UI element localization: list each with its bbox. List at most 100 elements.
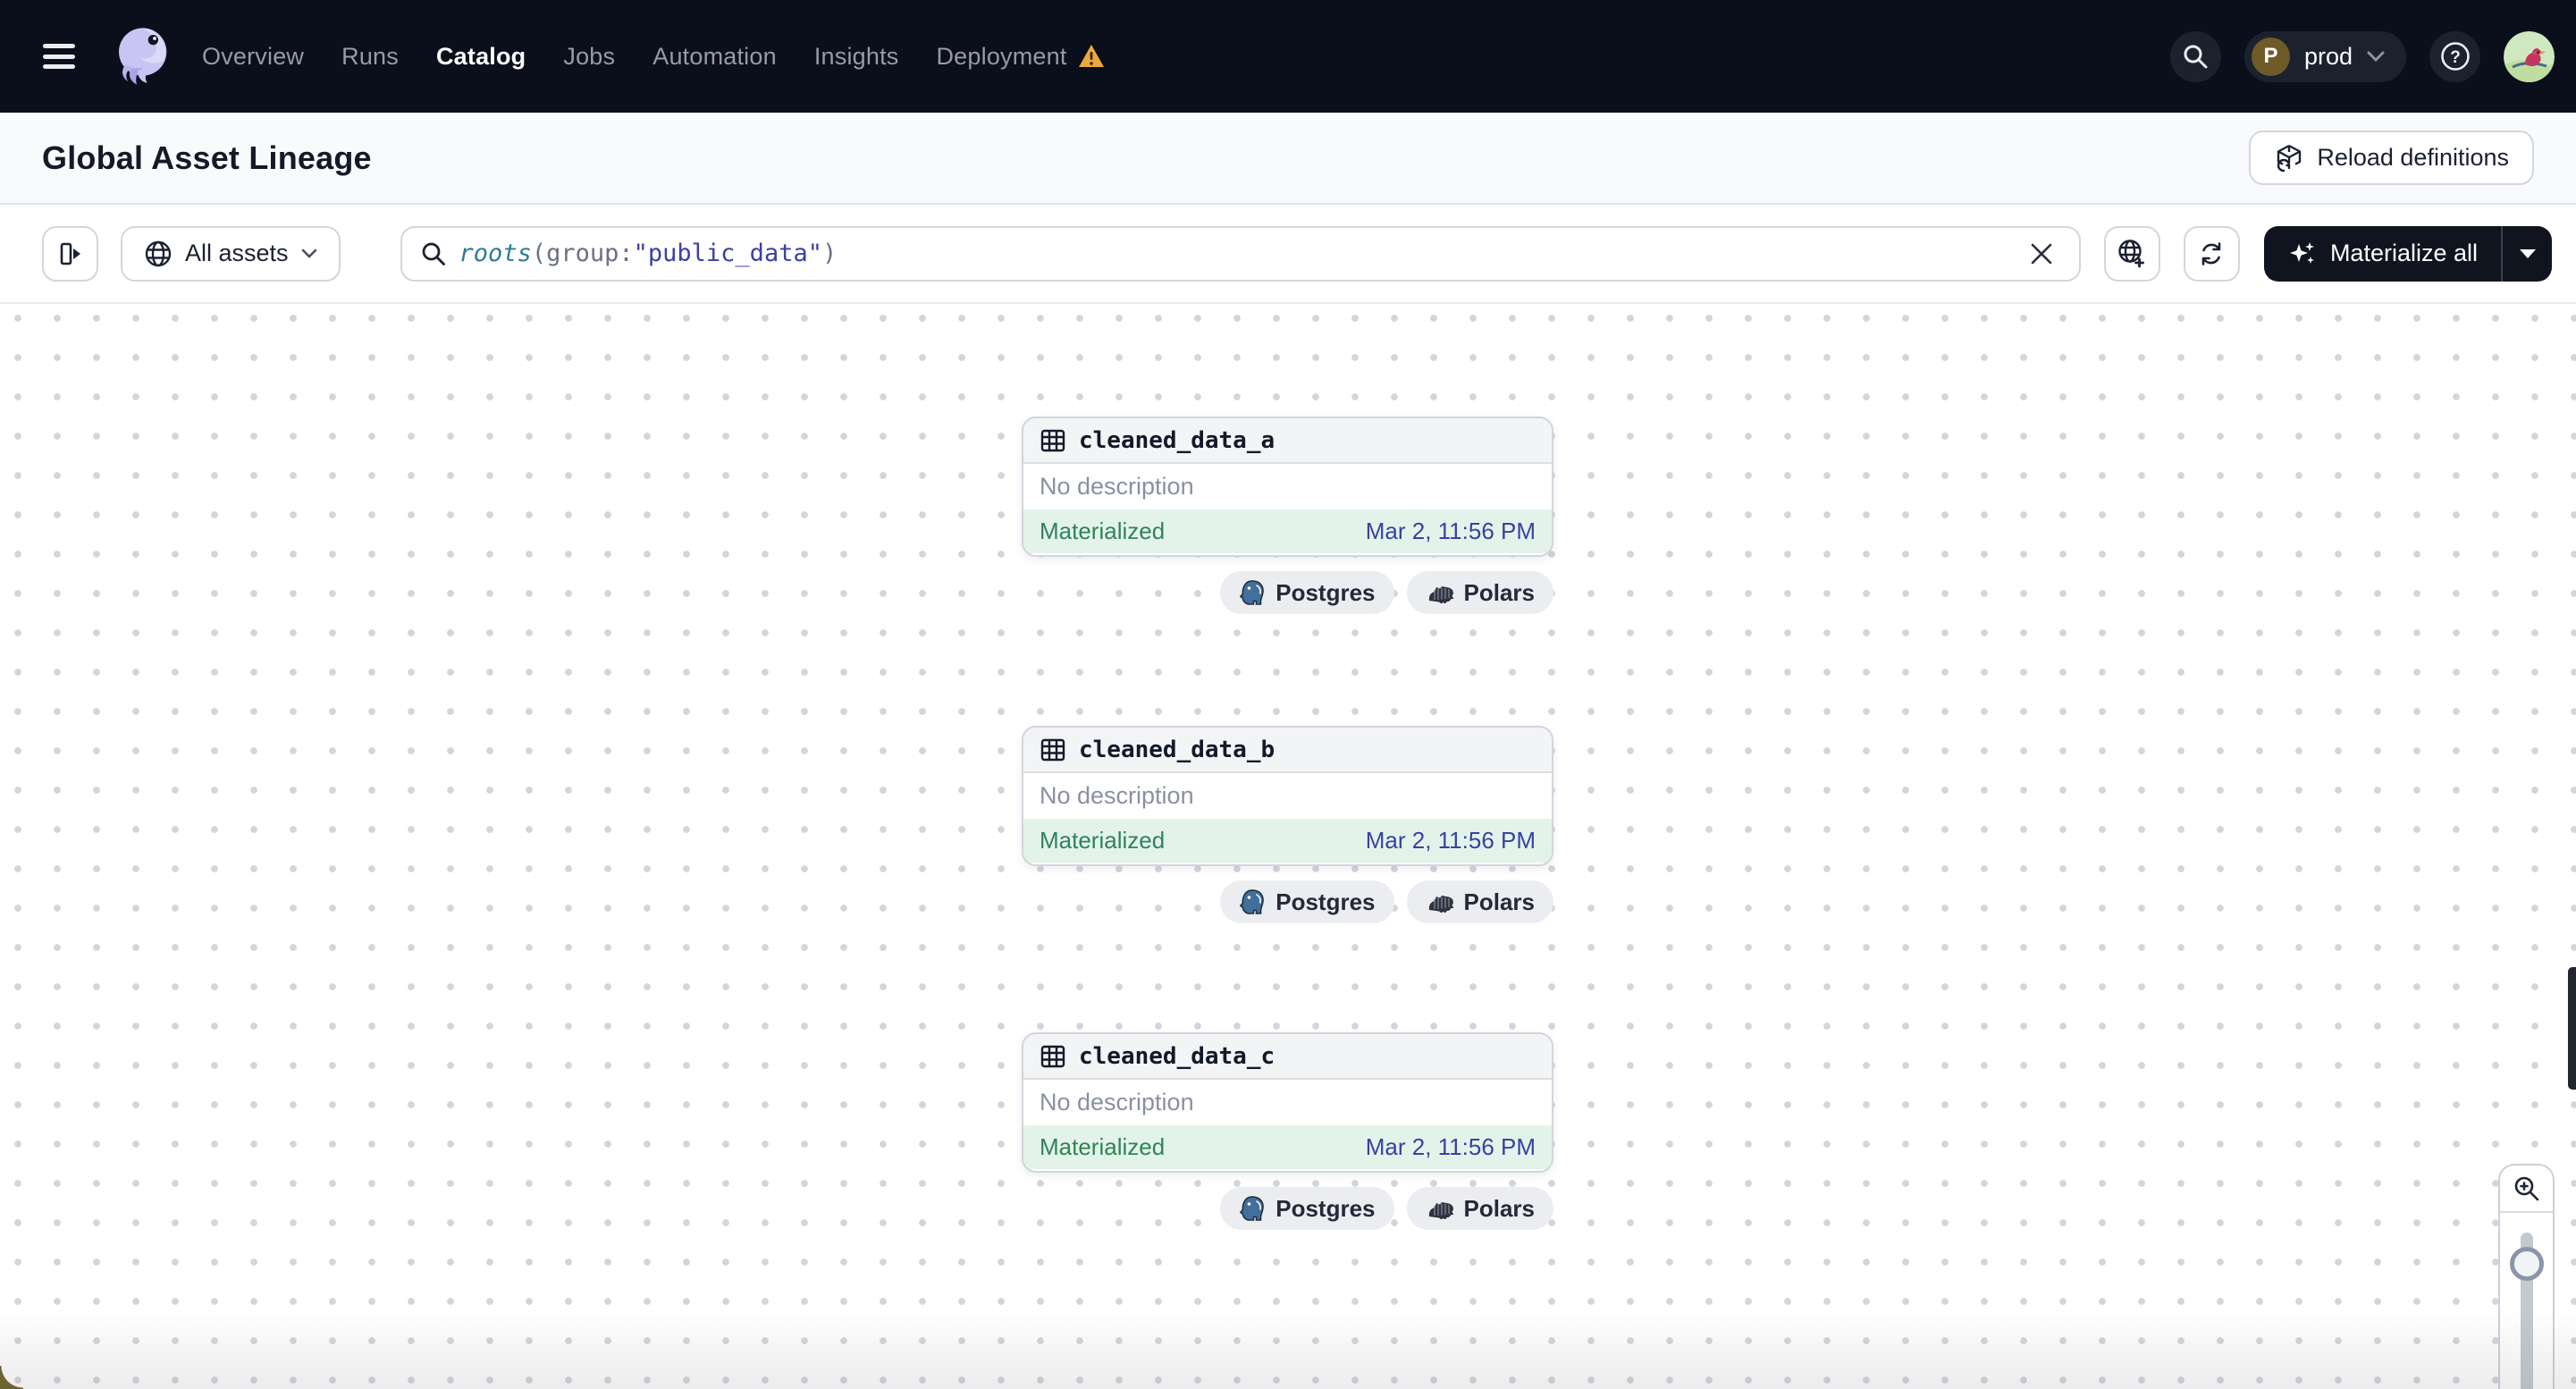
zoom-in-icon xyxy=(2514,1176,2538,1200)
search-icon xyxy=(422,242,445,265)
asset-tag-row: Postgres Polars xyxy=(1022,1187,1553,1230)
zoom-slider[interactable] xyxy=(2500,1213,2553,1389)
sparkles-icon xyxy=(2289,241,2314,264)
clear-query-button[interactable] xyxy=(2022,234,2061,274)
help-button[interactable]: ? xyxy=(2429,30,2480,82)
tag-postgres[interactable]: Postgres xyxy=(1220,880,1394,923)
deployment-initial-badge: P xyxy=(2251,37,2290,76)
asset-selection-query: roots(group:"public_data") xyxy=(459,240,838,267)
top-navbar: Overview Runs Catalog Jobs Automation In… xyxy=(0,0,2576,113)
dagster-app: Overview Runs Catalog Jobs Automation In… xyxy=(0,0,2576,1389)
deployment-name: prod xyxy=(2303,42,2353,70)
window-corner-artifact xyxy=(0,1366,23,1389)
asset-scope-dropdown[interactable]: All assets xyxy=(121,225,341,282)
tag-polars[interactable]: Polars xyxy=(1406,880,1553,923)
close-icon xyxy=(2031,243,2052,264)
deployment-switcher[interactable]: P prod xyxy=(2243,30,2406,82)
question-icon: ? xyxy=(2440,42,2470,71)
materialization-status: Materialized xyxy=(1040,827,1166,854)
view-as-graph-button[interactable] xyxy=(2103,225,2160,282)
postgres-icon xyxy=(1240,580,1265,605)
reload-definitions-button[interactable]: Reload definitions xyxy=(2249,130,2534,185)
svg-text:?: ? xyxy=(2450,48,2461,67)
polars-icon xyxy=(1428,586,1453,603)
nav-item-overview[interactable]: Overview xyxy=(202,43,304,71)
asset-name: cleaned_data_b xyxy=(1079,736,1275,763)
asset-node-header: cleaned_data_c xyxy=(1023,1034,1552,1080)
table-icon xyxy=(1040,1045,1065,1067)
materialization-status: Materialized xyxy=(1040,518,1166,544)
globe-icon xyxy=(145,240,172,266)
zoom-in-button[interactable] xyxy=(2500,1166,2553,1213)
asset-node-group: cleaned_data_b No description Materializ… xyxy=(1022,726,1553,923)
zoom-control xyxy=(2498,1164,2555,1389)
chevron-down-icon xyxy=(2519,248,2536,258)
asset-name: cleaned_data_c xyxy=(1079,1042,1275,1070)
navbar-right: P prod ? xyxy=(2169,30,2555,82)
materialization-timestamp[interactable]: Mar 2, 11:56 PM xyxy=(1366,518,1536,545)
asset-node-group: cleaned_data_c No description Materializ… xyxy=(1022,1032,1553,1230)
postgres-icon xyxy=(1240,1196,1265,1221)
asset-tag-row: Postgres Polars xyxy=(1022,880,1553,923)
asset-status-row: Materialized Mar 2, 11:56 PM xyxy=(1023,509,1552,553)
table-icon xyxy=(1040,738,1065,761)
globe-plus-icon xyxy=(2118,239,2145,267)
polars-icon xyxy=(1428,896,1453,913)
page-header: Global Asset Lineage Reload definitions xyxy=(0,113,2576,205)
materialization-status: Materialized xyxy=(1040,1133,1166,1160)
tag-label: Polars xyxy=(1463,888,1536,915)
lineage-toolbar: All assets roots(group:"public_data") Ma… xyxy=(0,205,2576,302)
asset-node[interactable]: cleaned_data_c No description Materializ… xyxy=(1022,1032,1553,1173)
nav-items: Overview Runs Catalog Jobs Automation In… xyxy=(202,43,1105,71)
materialization-timestamp[interactable]: Mar 2, 11:56 PM xyxy=(1366,827,1536,854)
asset-description: No description xyxy=(1040,1089,1194,1115)
tag-polars[interactable]: Polars xyxy=(1406,1187,1553,1230)
polars-icon xyxy=(1428,1202,1453,1219)
reload-cube-icon xyxy=(2277,144,2302,172)
scrollbar-thumb[interactable] xyxy=(2568,967,2576,1090)
tag-polars[interactable]: Polars xyxy=(1406,571,1553,614)
tag-label: Polars xyxy=(1463,578,1536,606)
postgres-icon xyxy=(1240,889,1265,914)
tag-postgres[interactable]: Postgres xyxy=(1220,571,1394,614)
lineage-canvas[interactable]: ⚙ cleaned_data_a No description Material… xyxy=(0,302,2576,1389)
table-icon xyxy=(1040,429,1065,451)
page-title: Global Asset Lineage xyxy=(42,139,372,176)
nav-item-deployment[interactable]: Deployment xyxy=(936,43,1104,71)
asset-description: No description xyxy=(1040,782,1194,809)
nav-item-runs[interactable]: Runs xyxy=(341,43,399,71)
materialize-all-button[interactable]: Materialize all xyxy=(2264,226,2501,282)
asset-description: No description xyxy=(1040,473,1194,500)
asset-status-row: Materialized Mar 2, 11:56 PM xyxy=(1023,1125,1552,1169)
materialization-timestamp[interactable]: Mar 2, 11:56 PM xyxy=(1366,1133,1536,1161)
asset-selection-input[interactable]: roots(group:"public_data") xyxy=(400,225,2081,282)
asset-node-header: cleaned_data_a xyxy=(1023,418,1552,464)
asset-node[interactable]: cleaned_data_a No description Materializ… xyxy=(1022,417,1553,557)
tag-label: Polars xyxy=(1463,1194,1536,1222)
materialize-split-button: Materialize all xyxy=(2263,225,2552,282)
asset-tag-row: Postgres Polars xyxy=(1022,571,1553,614)
dagster-logo-icon[interactable] xyxy=(105,21,177,92)
hamburger-menu-icon[interactable] xyxy=(43,44,75,69)
nav-item-catalog[interactable]: Catalog xyxy=(436,43,526,71)
user-avatar[interactable] xyxy=(2504,30,2555,82)
refresh-icon xyxy=(2202,241,2221,265)
nav-item-insights[interactable]: Insights xyxy=(814,43,899,71)
warning-icon xyxy=(1078,45,1104,67)
materialize-options-button[interactable] xyxy=(2501,225,2552,282)
asset-node-group: cleaned_data_a No description Materializ… xyxy=(1022,417,1553,614)
open-sidebar-button[interactable] xyxy=(42,225,98,282)
chevron-down-icon xyxy=(2367,51,2385,62)
tag-label: Postgres xyxy=(1275,578,1376,606)
asset-node[interactable]: cleaned_data_b No description Materializ… xyxy=(1022,726,1553,866)
tag-postgres[interactable]: Postgres xyxy=(1220,1187,1394,1230)
refresh-button[interactable] xyxy=(2183,225,2240,282)
asset-node-header: cleaned_data_b xyxy=(1023,728,1552,773)
asset-status-row: Materialized Mar 2, 11:56 PM xyxy=(1023,819,1552,863)
nav-item-automation[interactable]: Automation xyxy=(652,43,777,71)
tag-label: Postgres xyxy=(1275,888,1376,915)
global-search-button[interactable] xyxy=(2169,30,2221,82)
chevron-down-icon xyxy=(301,248,316,258)
zoom-slider-thumb[interactable] xyxy=(2509,1247,2544,1281)
nav-item-jobs[interactable]: Jobs xyxy=(563,43,615,71)
